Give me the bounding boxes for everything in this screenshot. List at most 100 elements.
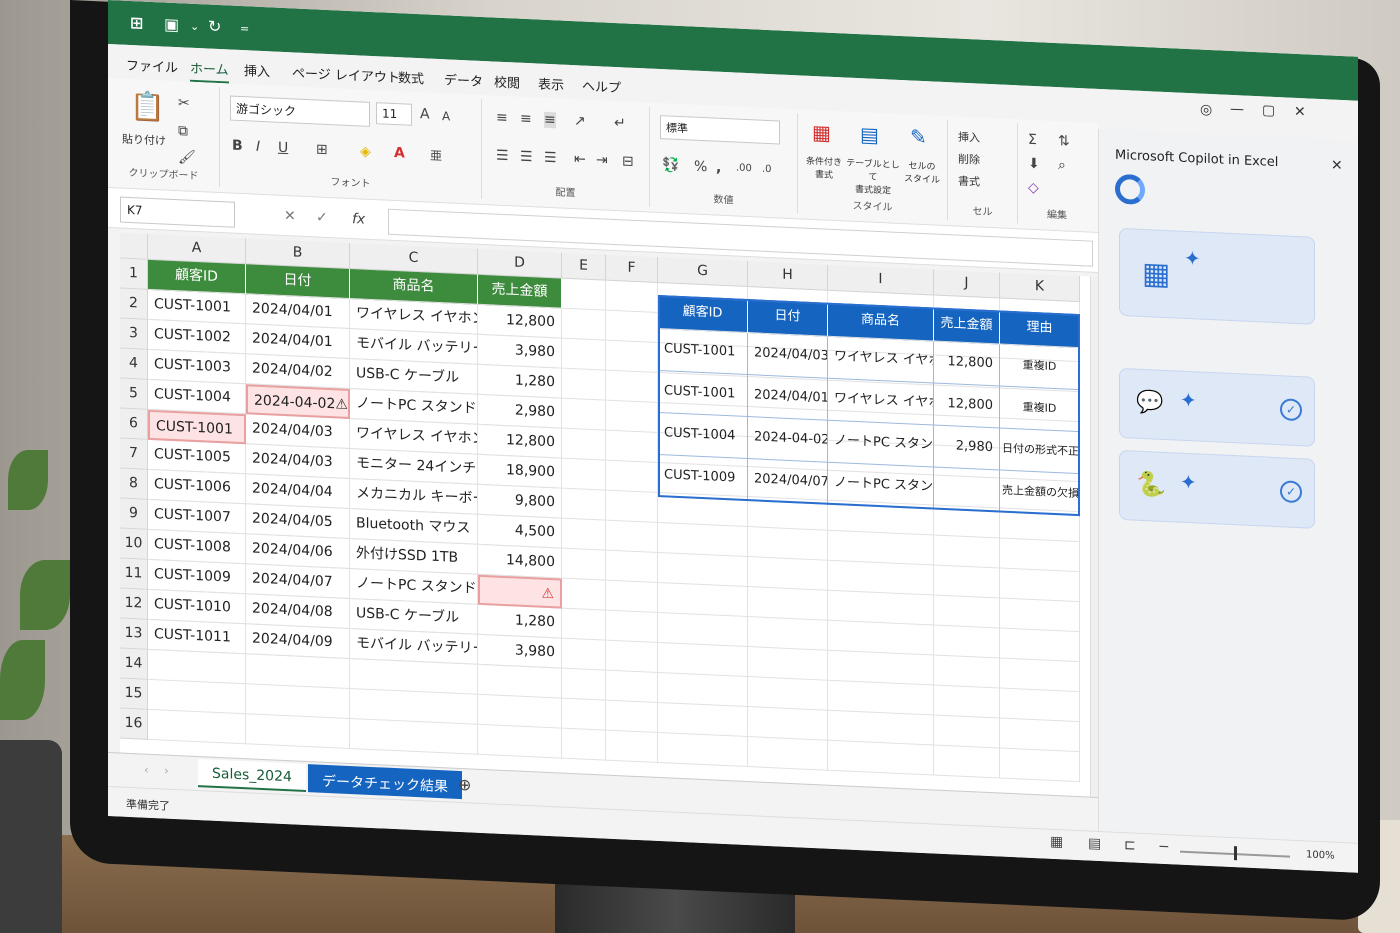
table-cell[interactable]: 12,800 [478,304,562,339]
grid-cell[interactable] [246,654,350,689]
row-header[interactable]: 10 [120,528,148,560]
grid-cell[interactable] [562,518,606,551]
table-cell[interactable]: モバイル バッテリー [350,628,478,665]
grid-cell[interactable] [658,732,748,768]
grid-cell[interactable] [562,548,606,581]
paste-label[interactable]: 貼り付け [122,131,166,149]
merge-center-icon[interactable]: ⊟ [622,153,634,170]
align-center-icon[interactable]: ☰ [520,149,533,166]
table-cell[interactable]: 2024/04/01 [246,324,350,359]
table-cell[interactable]: 3,980 [478,334,562,369]
grid-cell[interactable] [748,647,828,681]
align-bottom-icon[interactable]: ≡ [544,111,556,129]
fill-color-icon[interactable]: ◈ [360,143,371,159]
format-table-icon[interactable]: ▤ [860,122,879,147]
grid-cell[interactable] [350,718,478,755]
zoom-out-icon[interactable]: − [1158,839,1170,856]
fx-icon[interactable]: fx [352,211,365,228]
table-cell[interactable]: CUST-1008 [148,529,246,565]
shrink-font-icon[interactable]: A [442,109,450,123]
table-cell[interactable]: CUST-1002 [148,319,246,355]
grid-cell[interactable] [748,737,828,771]
normal-view-icon[interactable]: ▦ [1050,834,1063,851]
row-header[interactable]: 9 [120,498,148,530]
save-icon[interactable]: ▣ [164,15,179,35]
grid-cell[interactable] [748,677,828,711]
table-cell[interactable]: CUST-1003 [148,349,246,385]
comma-icon[interactable]: , [716,160,721,176]
table-cell[interactable]: CUST-1011 [148,619,246,655]
grid-cell[interactable] [562,398,606,431]
grid-cell[interactable] [606,460,658,493]
table-cell[interactable]: 2024/04/01 [246,294,350,329]
grid-cell[interactable] [828,590,934,626]
font-size-select[interactable]: 11 [376,102,412,126]
table-header-cell[interactable]: 売上金額 [478,274,562,309]
menu-review[interactable]: 校閲 [494,72,520,92]
menu-page-layout[interactable]: ページ レイアウト [292,62,400,86]
grid-cell[interactable] [1000,568,1080,603]
row-header[interactable]: 7 [120,438,148,470]
table-cell[interactable]: CUST-1009 [148,559,246,595]
grid-cell[interactable] [934,625,1000,659]
customize-icon[interactable]: = [240,22,249,35]
grid-cell[interactable] [748,587,828,621]
table-cell[interactable]: ⚠ [478,574,562,609]
cell-styles-icon[interactable]: ✎ [910,124,927,149]
grid-cell[interactable] [148,679,246,715]
table-cell[interactable]: 2024/04/08 [246,594,350,629]
cut-icon[interactable]: ✂ [178,95,190,112]
menu-view[interactable]: 表示 [538,74,564,94]
decrease-decimal-icon[interactable]: .0 [762,164,772,175]
row-header[interactable]: 8 [120,468,148,500]
zoom-slider-thumb[interactable] [1234,846,1237,861]
row-header[interactable]: 2 [120,288,148,320]
sheet-tab-sales[interactable]: Sales_2024 [198,759,306,792]
table-cell[interactable]: 12,800 [478,424,562,459]
table-cell[interactable]: 4,500 [478,514,562,549]
grid-cell[interactable] [1000,748,1080,783]
grid-cell[interactable] [606,640,658,673]
grid-cell[interactable] [246,714,350,749]
grid-cell[interactable] [562,668,606,701]
increase-indent-icon[interactable]: ⇥ [596,152,608,169]
grid-cell[interactable] [1000,598,1080,633]
grid-cell[interactable] [658,672,748,708]
grid-cell[interactable] [606,670,658,703]
grid-cell[interactable] [658,522,748,558]
orientation-icon[interactable]: ↗ [574,113,586,130]
clear-icon[interactable]: ◇ [1028,180,1039,196]
menu-data[interactable]: データ [444,69,483,90]
grid-cell[interactable] [606,730,658,763]
grid-cell[interactable] [828,620,934,656]
conditional-format-icon[interactable]: ▦ [812,120,831,145]
table-cell[interactable]: 1,280 [478,364,562,399]
grid-cell[interactable] [148,649,246,685]
account-icon[interactable]: ◎ [1200,102,1212,119]
sheet-tab-check[interactable]: データチェック結果 [308,764,462,800]
grid-cell[interactable] [828,530,934,566]
redo-icon[interactable]: ↻ [208,17,221,37]
table-cell[interactable]: CUST-1006 [148,469,246,505]
grid-cell[interactable] [934,655,1000,689]
table-cell[interactable]: CUST-1007 [148,499,246,535]
table-cell[interactable]: 9,800 [478,484,562,519]
align-right-icon[interactable]: ☰ [544,150,557,167]
column-header[interactable]: F [606,254,658,283]
grid-cell[interactable] [1000,718,1080,753]
table-header-cell[interactable]: 日付 [246,264,350,299]
grid-cell[interactable] [934,595,1000,629]
column-header[interactable]: D [478,248,562,279]
chevron-down-icon[interactable]: ⌄ [190,20,199,33]
grid-cell[interactable] [606,580,658,613]
table-cell[interactable]: 1,280 [478,604,562,639]
number-format-select[interactable]: 標準 [660,115,780,145]
table-cell[interactable]: 3,980 [478,634,562,669]
grid-cell[interactable] [606,370,658,403]
table-cell[interactable]: 2024/04/03 [246,444,350,479]
table-cell[interactable]: 2024/04/07 [246,564,350,599]
grid-cell[interactable] [606,280,658,313]
menu-formulas[interactable]: 数式 [398,67,424,87]
delete-cells-button[interactable]: 削除 [958,151,980,168]
grid-cell[interactable] [562,368,606,401]
